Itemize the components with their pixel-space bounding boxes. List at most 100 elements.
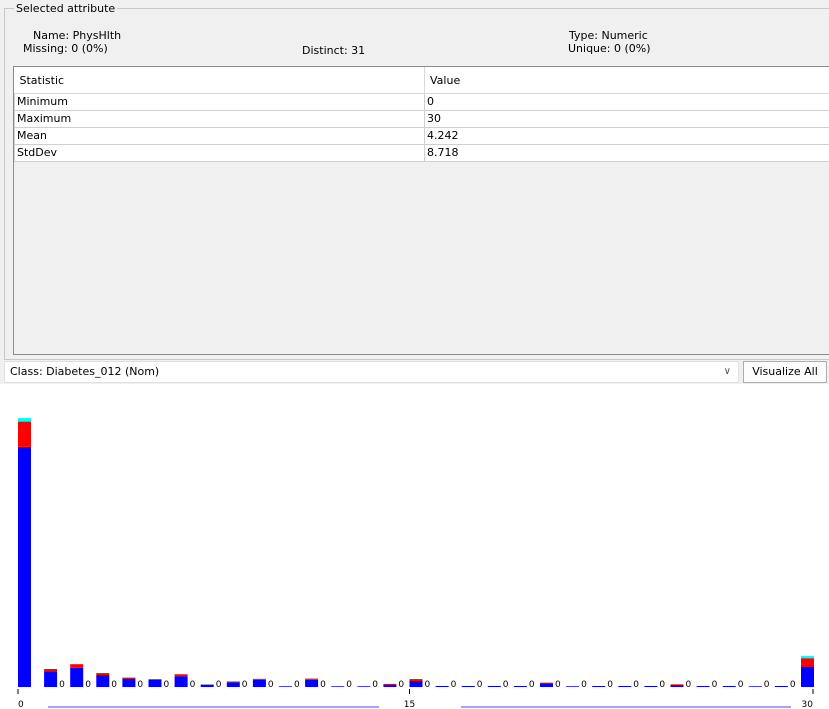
histogram-bar-segment <box>252 679 266 687</box>
table-row[interactable]: Maximum 30 <box>14 110 829 128</box>
bar-count-label: 0 <box>190 680 196 690</box>
bar-count-label: 0 <box>372 680 378 690</box>
chevron-down-icon[interactable]: ∨ <box>724 362 731 382</box>
histogram-bar-segment <box>566 686 580 687</box>
class-row: Class: Diabetes_012 (Nom) ∨ Visualize Al… <box>0 361 829 383</box>
histogram-bar-segment <box>540 683 553 687</box>
histogram-bar-segment <box>383 683 397 685</box>
bar-count-label: 0 <box>529 680 535 690</box>
statistic-cell: Minimum <box>14 93 425 111</box>
histogram-bar-segment <box>357 686 371 687</box>
histogram-bar-segment <box>540 682 553 684</box>
histogram-bar-segment <box>96 673 110 675</box>
histogram-bar-segment <box>331 686 345 687</box>
bar-count-label: 0 <box>790 680 796 690</box>
histogram-bar-segment <box>305 678 319 680</box>
bar-count-label: 0 <box>425 680 431 690</box>
panel-legend: Selected attribute <box>14 2 118 15</box>
statistics-table-container: Statistic Value Minimum 0 Maximum 30 Mea… <box>13 66 829 355</box>
histogram-bar-segment <box>44 671 58 687</box>
x-tick-label: 30 <box>802 700 814 709</box>
bar-count-label: 0 <box>581 680 587 690</box>
histogram-bar-segment <box>252 678 266 680</box>
histogram-bar-segment <box>18 418 31 422</box>
bar-count-label: 0 <box>164 680 170 690</box>
class-selector[interactable]: Class: Diabetes_012 (Nom) ∨ <box>4 361 739 383</box>
x-tick-label: 15 <box>404 700 415 709</box>
attribute-distinct: Distinct: 31 <box>302 44 366 57</box>
bar-count-label: 0 <box>242 680 248 690</box>
bar-count-label: 0 <box>555 680 561 690</box>
bar-count-label: 0 <box>477 680 483 690</box>
histogram-bar-segment <box>226 681 240 683</box>
table-row[interactable]: Mean 4.242 <box>14 127 829 145</box>
histogram-bar-segment <box>748 686 762 687</box>
bar-count-label: 0 <box>320 680 326 690</box>
histogram-chart: 0 0 0 0 0 0 0 0 0 0 0 0 0 0 0 0 0 0 0 0 0 0 0 0 0 0 0 0 0 0 15 30 <box>17 418 814 709</box>
bar-count-label: 0 <box>216 680 222 690</box>
attribute-unique: Unique: 0 (0%) <box>568 42 651 55</box>
histogram-bar-segment <box>96 674 110 687</box>
bar-count-label: 0 <box>398 680 404 690</box>
histogram-bar-segment <box>174 674 188 677</box>
value-cell: 0 <box>424 93 829 111</box>
histogram-bar-segment <box>148 679 162 687</box>
bar-count-label: 0 <box>137 680 143 690</box>
value-cell: 30 <box>424 110 829 128</box>
histogram-bar-segment <box>70 664 84 668</box>
class-selector-value: Class: Diabetes_012 (Nom) <box>10 365 160 378</box>
histogram-bar-segment <box>18 421 31 447</box>
column-header-value[interactable]: Value <box>424 67 829 94</box>
histogram-bar-segment <box>226 682 240 687</box>
bar-count-label: 0 <box>633 680 639 690</box>
histogram-bar-segment <box>70 667 84 687</box>
statistic-cell: Maximum <box>14 110 425 128</box>
statistics-table: Statistic Value Minimum 0 Maximum 30 Mea… <box>14 67 829 162</box>
bar-count-label: 0 <box>59 680 65 690</box>
histogram-bar-segment <box>801 658 814 667</box>
histogram-bar-segment <box>279 686 292 687</box>
bar-count-label: 0 <box>503 680 509 690</box>
histogram-bar-segment <box>383 684 397 687</box>
bar-count-label: 0 <box>294 680 300 690</box>
histogram-bar-segment <box>44 668 58 672</box>
histogram-area: 0 0 0 0 0 0 0 0 0 0 0 0 0 0 0 0 0 0 0 0 0 0 0 0 0 0 0 0 0 0 15 30 <box>0 384 829 709</box>
bar-count-label: 0 <box>268 680 274 690</box>
histogram-bar-segment <box>148 679 162 680</box>
histogram-bar-segment <box>670 685 684 687</box>
bar-count-label: 0 <box>764 680 770 690</box>
bar-count-label: 0 <box>712 680 718 690</box>
histogram-bar-segment <box>409 679 423 681</box>
table-header-row: Statistic Value <box>14 67 829 94</box>
bar-count-label: 0 <box>659 680 665 690</box>
bar-count-label: 0 <box>85 680 91 690</box>
value-cell: 8.718 <box>424 144 829 162</box>
value-cell: 4.242 <box>424 127 829 145</box>
attribute-name: Name: PhysHlth <box>33 29 122 42</box>
bar-count-label: 0 <box>451 680 457 690</box>
attribute-type: Type: Numeric <box>569 29 648 42</box>
column-header-statistic[interactable]: Statistic <box>14 67 425 94</box>
bar-count-label: 0 <box>346 680 352 690</box>
histogram-bar-segment <box>200 684 214 687</box>
attribute-missing: Missing: 0 (0%) <box>23 42 108 55</box>
visualize-all-button[interactable]: Visualize All <box>743 361 827 383</box>
histogram-bar-segment <box>409 680 423 687</box>
bar-count-label: 0 <box>686 680 692 690</box>
x-tick-label: 0 <box>18 700 24 709</box>
selected-attribute-panel: Selected attribute Name: PhysHlth Missin… <box>4 2 829 360</box>
statistic-cell: Mean <box>14 127 425 145</box>
table-row[interactable]: Minimum 0 <box>14 93 829 111</box>
bar-count-label: 0 <box>607 680 613 690</box>
statistic-cell: StdDev <box>14 144 425 162</box>
bar-count-label: 0 <box>738 680 744 690</box>
histogram-bar-segment <box>174 676 188 687</box>
histogram-bar-segment <box>670 684 684 686</box>
histogram-bar-segment <box>122 677 136 679</box>
histogram-bar-segment <box>122 678 136 687</box>
bar-count-label: 0 <box>111 680 117 690</box>
histogram-bar-segment <box>801 666 814 687</box>
histogram-bar-segment <box>305 679 319 687</box>
table-row[interactable]: StdDev 8.718 <box>14 144 829 162</box>
histogram-bar-segment <box>18 446 31 687</box>
